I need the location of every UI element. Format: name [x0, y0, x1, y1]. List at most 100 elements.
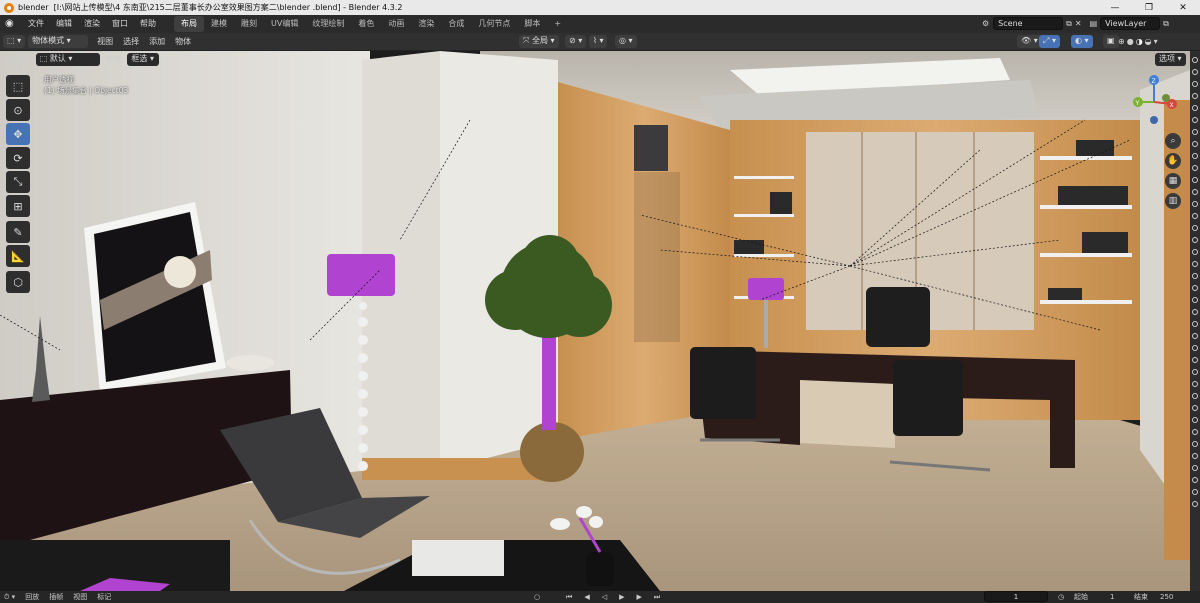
snap-icon[interactable]: ⌇ ▾	[589, 35, 608, 48]
visibility-dot-icon[interactable]	[1192, 93, 1198, 99]
visibility-dot-icon[interactable]	[1192, 273, 1198, 279]
cursor-icon[interactable]: ⊙	[6, 99, 30, 121]
end-frame-value[interactable]: 250	[1160, 593, 1173, 601]
scale-icon[interactable]: ⤡	[6, 171, 30, 193]
menu-playback[interactable]: 回放	[25, 592, 39, 602]
visibility-dot-icon[interactable]	[1192, 249, 1198, 255]
pivot-point-icon[interactable]: ⊘ ▾	[565, 35, 587, 48]
proportional-editing-icon[interactable]: ◎ ▾	[615, 35, 637, 48]
visibility-dot-icon[interactable]	[1192, 141, 1198, 147]
tab-texture-paint[interactable]: 纹理绘制	[305, 16, 351, 32]
3d-viewport[interactable]	[0, 51, 1190, 591]
prev-key-icon[interactable]: ◀	[584, 593, 591, 601]
visibility-dot-icon[interactable]	[1192, 81, 1198, 87]
tab-geometry-nodes[interactable]: 几何节点	[471, 16, 517, 32]
play-icon[interactable]: ▶	[619, 593, 626, 601]
menu-view[interactable]: 视图	[92, 36, 118, 47]
gizmo-icon[interactable]: ⤢ ▾	[1039, 35, 1060, 48]
visibility-dot-icon[interactable]	[1192, 297, 1198, 303]
tab-rendering[interactable]: 渲染	[411, 16, 441, 32]
visibility-dot-icon[interactable]	[1192, 261, 1198, 267]
solid-shading-icon[interactable]: ●	[1127, 37, 1134, 46]
visibility-dot-icon[interactable]	[1192, 105, 1198, 111]
visibility-dot-icon[interactable]	[1192, 333, 1198, 339]
mode-select[interactable]: 物体模式 ▾	[28, 35, 89, 48]
clock-icon[interactable]: ◷	[1058, 593, 1064, 601]
visibility-dot-icon[interactable]	[1192, 129, 1198, 135]
visibility-dot-icon[interactable]	[1192, 177, 1198, 183]
visibility-dot-icon[interactable]	[1192, 393, 1198, 399]
navigation-gizmo[interactable]: Z Y X	[1128, 74, 1180, 126]
visibility-dot-icon[interactable]	[1192, 213, 1198, 219]
timeline-editor-icon[interactable]: ⏱ ▾	[4, 593, 15, 602]
options-button[interactable]: 选项 ▾	[1155, 53, 1186, 66]
add-workspace-button[interactable]: +	[547, 16, 568, 32]
visibility-dot-icon[interactable]	[1192, 201, 1198, 207]
rotate-icon[interactable]: ⟳	[6, 147, 30, 169]
visibility-icon[interactable]: 👁 ▾	[1017, 35, 1042, 48]
drag-select[interactable]: 框选 ▾	[127, 53, 160, 66]
menu-timeline-view[interactable]: 视图	[73, 592, 87, 602]
annotate-icon[interactable]: ✎	[6, 221, 30, 243]
blender-menu-icon[interactable]: ◉	[5, 18, 19, 30]
visibility-dot-icon[interactable]	[1192, 489, 1198, 495]
view-layer-icon[interactable]: ▤	[1090, 19, 1098, 28]
visibility-dot-icon[interactable]	[1192, 369, 1198, 375]
delete-scene-icon[interactable]: ✕	[1075, 19, 1082, 28]
visibility-dot-icon[interactable]	[1192, 165, 1198, 171]
coord-system-select[interactable]: ⬚ 默认 ▾	[35, 53, 100, 66]
scene-field[interactable]: Scene	[993, 17, 1064, 30]
tab-layout[interactable]: 布局	[174, 16, 204, 32]
tab-sculpting[interactable]: 雕刻	[234, 16, 264, 32]
tab-shading[interactable]: 着色	[351, 16, 381, 32]
menu-object[interactable]: 物体	[170, 36, 196, 47]
record-icon[interactable]: ○	[534, 593, 540, 601]
select-box-icon[interactable]: ⬚	[6, 75, 30, 97]
play-reverse-icon[interactable]: ◁	[602, 593, 609, 601]
menu-edit[interactable]: 编辑	[50, 15, 78, 33]
menu-add[interactable]: 添加	[144, 36, 170, 47]
material-shading-icon[interactable]: ◑	[1136, 37, 1143, 46]
visibility-dot-icon[interactable]	[1192, 477, 1198, 483]
tab-uv-editing[interactable]: UV编辑	[264, 16, 305, 32]
menu-keying[interactable]: 插帧	[49, 592, 63, 602]
visibility-dot-icon[interactable]	[1192, 429, 1198, 435]
shading-options-icon[interactable]: ▾	[1154, 37, 1158, 46]
zoom-icon[interactable]: ⌕	[1165, 133, 1181, 149]
visibility-dot-icon[interactable]	[1192, 405, 1198, 411]
visibility-dot-icon[interactable]	[1192, 357, 1198, 363]
visibility-dot-icon[interactable]	[1192, 465, 1198, 471]
menu-help[interactable]: 帮助	[134, 15, 162, 33]
visibility-dot-icon[interactable]	[1192, 441, 1198, 447]
menu-marker[interactable]: 标记	[97, 592, 111, 602]
transform-icon[interactable]: ⊞	[6, 195, 30, 217]
xray-icon[interactable]: ▣	[1103, 35, 1119, 48]
new-view-layer-icon[interactable]: ⧉	[1163, 19, 1169, 29]
tab-animation[interactable]: 动画	[381, 16, 411, 32]
menu-window[interactable]: 窗口	[106, 15, 134, 33]
camera-view-icon[interactable]: ▦	[1165, 173, 1181, 189]
menu-render[interactable]: 渲染	[78, 15, 106, 33]
new-scene-icon[interactable]: ⧉	[1066, 19, 1072, 29]
measure-icon[interactable]: 📐	[6, 245, 30, 267]
restore-icon[interactable]: ❐	[1132, 0, 1166, 15]
next-key-icon[interactable]: ▶	[636, 593, 643, 601]
visibility-dot-icon[interactable]	[1192, 225, 1198, 231]
transform-orientation-select[interactable]: ⤧ 全局 ▾	[519, 35, 559, 48]
visibility-dot-icon[interactable]	[1192, 153, 1198, 159]
editor-type-icon[interactable]: ⬚ ▾	[3, 35, 26, 48]
jump-end-icon[interactable]: ⏭	[654, 593, 662, 601]
visibility-dot-icon[interactable]	[1192, 117, 1198, 123]
menu-file[interactable]: 文件	[22, 15, 50, 33]
minimize-icon[interactable]: —	[1098, 0, 1132, 15]
tab-modeling[interactable]: 建模	[204, 16, 234, 32]
overlays-icon[interactable]: ◐ ▾	[1071, 35, 1093, 48]
visibility-dot-icon[interactable]	[1192, 237, 1198, 243]
visibility-dot-icon[interactable]	[1192, 417, 1198, 423]
visibility-dot-icon[interactable]	[1192, 501, 1198, 507]
tab-scripting[interactable]: 脚本	[517, 16, 547, 32]
tab-compositing[interactable]: 合成	[441, 16, 471, 32]
menu-select[interactable]: 选择	[118, 36, 144, 47]
jump-start-icon[interactable]: ⏮	[566, 593, 574, 601]
visibility-dot-icon[interactable]	[1192, 453, 1198, 459]
